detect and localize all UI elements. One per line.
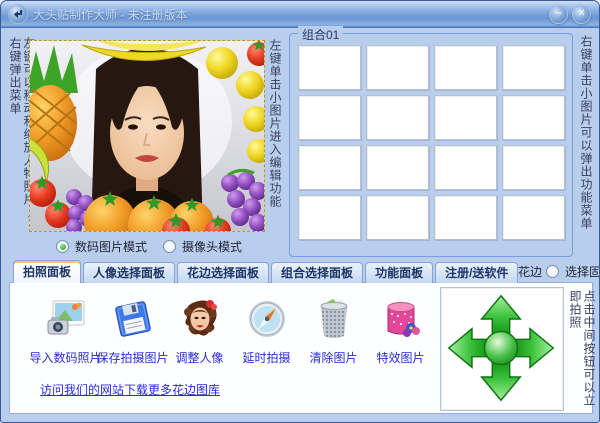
toolbar-label: 清除图片: [309, 349, 357, 366]
adjust-portrait-button[interactable]: 调整人像: [166, 297, 233, 366]
thumbnail-cell[interactable]: [298, 45, 361, 90]
clear-images-icon: [312, 297, 356, 341]
radio-dot[interactable]: [56, 240, 69, 253]
toolbar-label: 延时拍摄: [242, 349, 290, 366]
thumbnail-cell[interactable]: [298, 95, 361, 140]
thumbnail-cell[interactable]: [366, 45, 429, 90]
effects-image-button[interactable]: 特效图片: [367, 297, 434, 366]
toolbar-label: 保存拍摄图片: [97, 349, 169, 366]
tab-register-panel[interactable]: 注册/送软件: [435, 262, 518, 283]
titlebar: 大头贴制作大师 - 未注册版本 – ×: [1, 1, 599, 28]
import-photos-icon: [44, 297, 88, 341]
dpad-left-arrow: [449, 329, 488, 368]
app-menu-icon[interactable]: [8, 4, 28, 24]
thumbnail-cell[interactable]: [298, 145, 361, 190]
radio-label: 数码图片模式: [75, 238, 147, 255]
tab-combo-select-panel[interactable]: 组合选择面板: [271, 262, 363, 283]
groupbox-title: 组合01: [298, 26, 343, 43]
toolbar-label: 特效图片: [376, 349, 424, 366]
radio-label: 摄像头模式: [182, 238, 242, 255]
dpad-up-arrow: [482, 296, 521, 335]
right-hint-text: 右键单击小图片可以弹出功能菜单: [579, 35, 593, 235]
clear-images-button[interactable]: 清除图片: [300, 297, 367, 366]
combo-groupbox: 组合01: [289, 33, 573, 257]
adjust-portrait-icon: [178, 297, 222, 341]
effects-image-icon: [379, 297, 423, 341]
dpad-hint-text: 点击中间按钮可以立即拍照: [568, 290, 596, 408]
thumbnail-cell[interactable]: [298, 195, 361, 240]
tab-border-select-panel[interactable]: 花边选择面板: [177, 262, 269, 283]
radio-digital-photo-mode[interactable]: 数码图片模式: [56, 238, 147, 255]
minimize-button[interactable]: –: [549, 5, 568, 24]
portrait-with-fruit-frame: [30, 41, 264, 231]
timer-capture-icon: [245, 297, 289, 341]
photo-panel-content: 导入数码照片: [9, 282, 593, 414]
thumbnail-cell[interactable]: [434, 145, 497, 190]
thumbnail-cell[interactable]: [366, 145, 429, 190]
toolbar: 导入数码照片: [32, 297, 434, 366]
tab-function-panel[interactable]: 功能面板: [365, 262, 433, 283]
dpad-down-arrow: [482, 362, 521, 401]
thumbnail-cell[interactable]: [502, 95, 565, 140]
dpad-capture-button: [485, 332, 518, 365]
arrow-glyph: [12, 8, 24, 20]
middle-hint-text: 左键单击小图片进入编辑功能: [268, 39, 282, 229]
timer-capture-button[interactable]: 延时拍摄: [233, 297, 300, 366]
radio-dot[interactable]: [546, 265, 559, 278]
import-photos-button[interactable]: 导入数码照片: [32, 297, 99, 366]
radio-dot[interactable]: [163, 240, 176, 253]
panel-tabbar: 拍照面板 人像选择面板 花边选择面板 组合选择面板 功能面板 注册/送软件: [13, 261, 520, 283]
tab-photo-panel[interactable]: 拍照面板: [13, 260, 81, 283]
dpad-right-arrow: [515, 329, 554, 368]
toolbar-label: 调整人像: [175, 349, 223, 366]
thumbnail-cell[interactable]: [434, 95, 497, 140]
radio-camera-mode[interactable]: 摄像头模式: [163, 238, 242, 255]
tab-portrait-select-panel[interactable]: 人像选择面板: [83, 262, 175, 283]
thumbnail-grid: [298, 45, 565, 240]
download-borders-link[interactable]: 访问我们的网站下载更多花边图库: [40, 381, 220, 398]
thumbnail-cell[interactable]: [502, 195, 565, 240]
thumbnail-cell[interactable]: [502, 45, 565, 90]
thumbnail-cell[interactable]: [502, 145, 565, 190]
app-window: 大头贴制作大师 - 未注册版本 – × 左键可以移动和缩放人物照片,右键弹出菜单…: [0, 0, 600, 423]
window-title: 大头贴制作大师 - 未注册版本: [33, 6, 549, 23]
close-button[interactable]: ×: [572, 5, 591, 24]
thumbnail-cell[interactable]: [434, 45, 497, 90]
dpad-control: [440, 287, 564, 411]
radio-label: 选择固定花边: [565, 263, 600, 280]
radio-fixed-border[interactable]: 选择固定花边: [546, 263, 600, 280]
toolbar-label: 导入数码照片: [30, 349, 102, 366]
save-image-button[interactable]: 保存拍摄图片: [99, 297, 166, 366]
photo-preview[interactable]: [29, 40, 265, 232]
thumbnail-cell[interactable]: [434, 195, 497, 240]
thumbnail-cell[interactable]: [366, 195, 429, 240]
thumbnail-cell[interactable]: [366, 95, 429, 140]
save-image-icon: [111, 297, 155, 341]
